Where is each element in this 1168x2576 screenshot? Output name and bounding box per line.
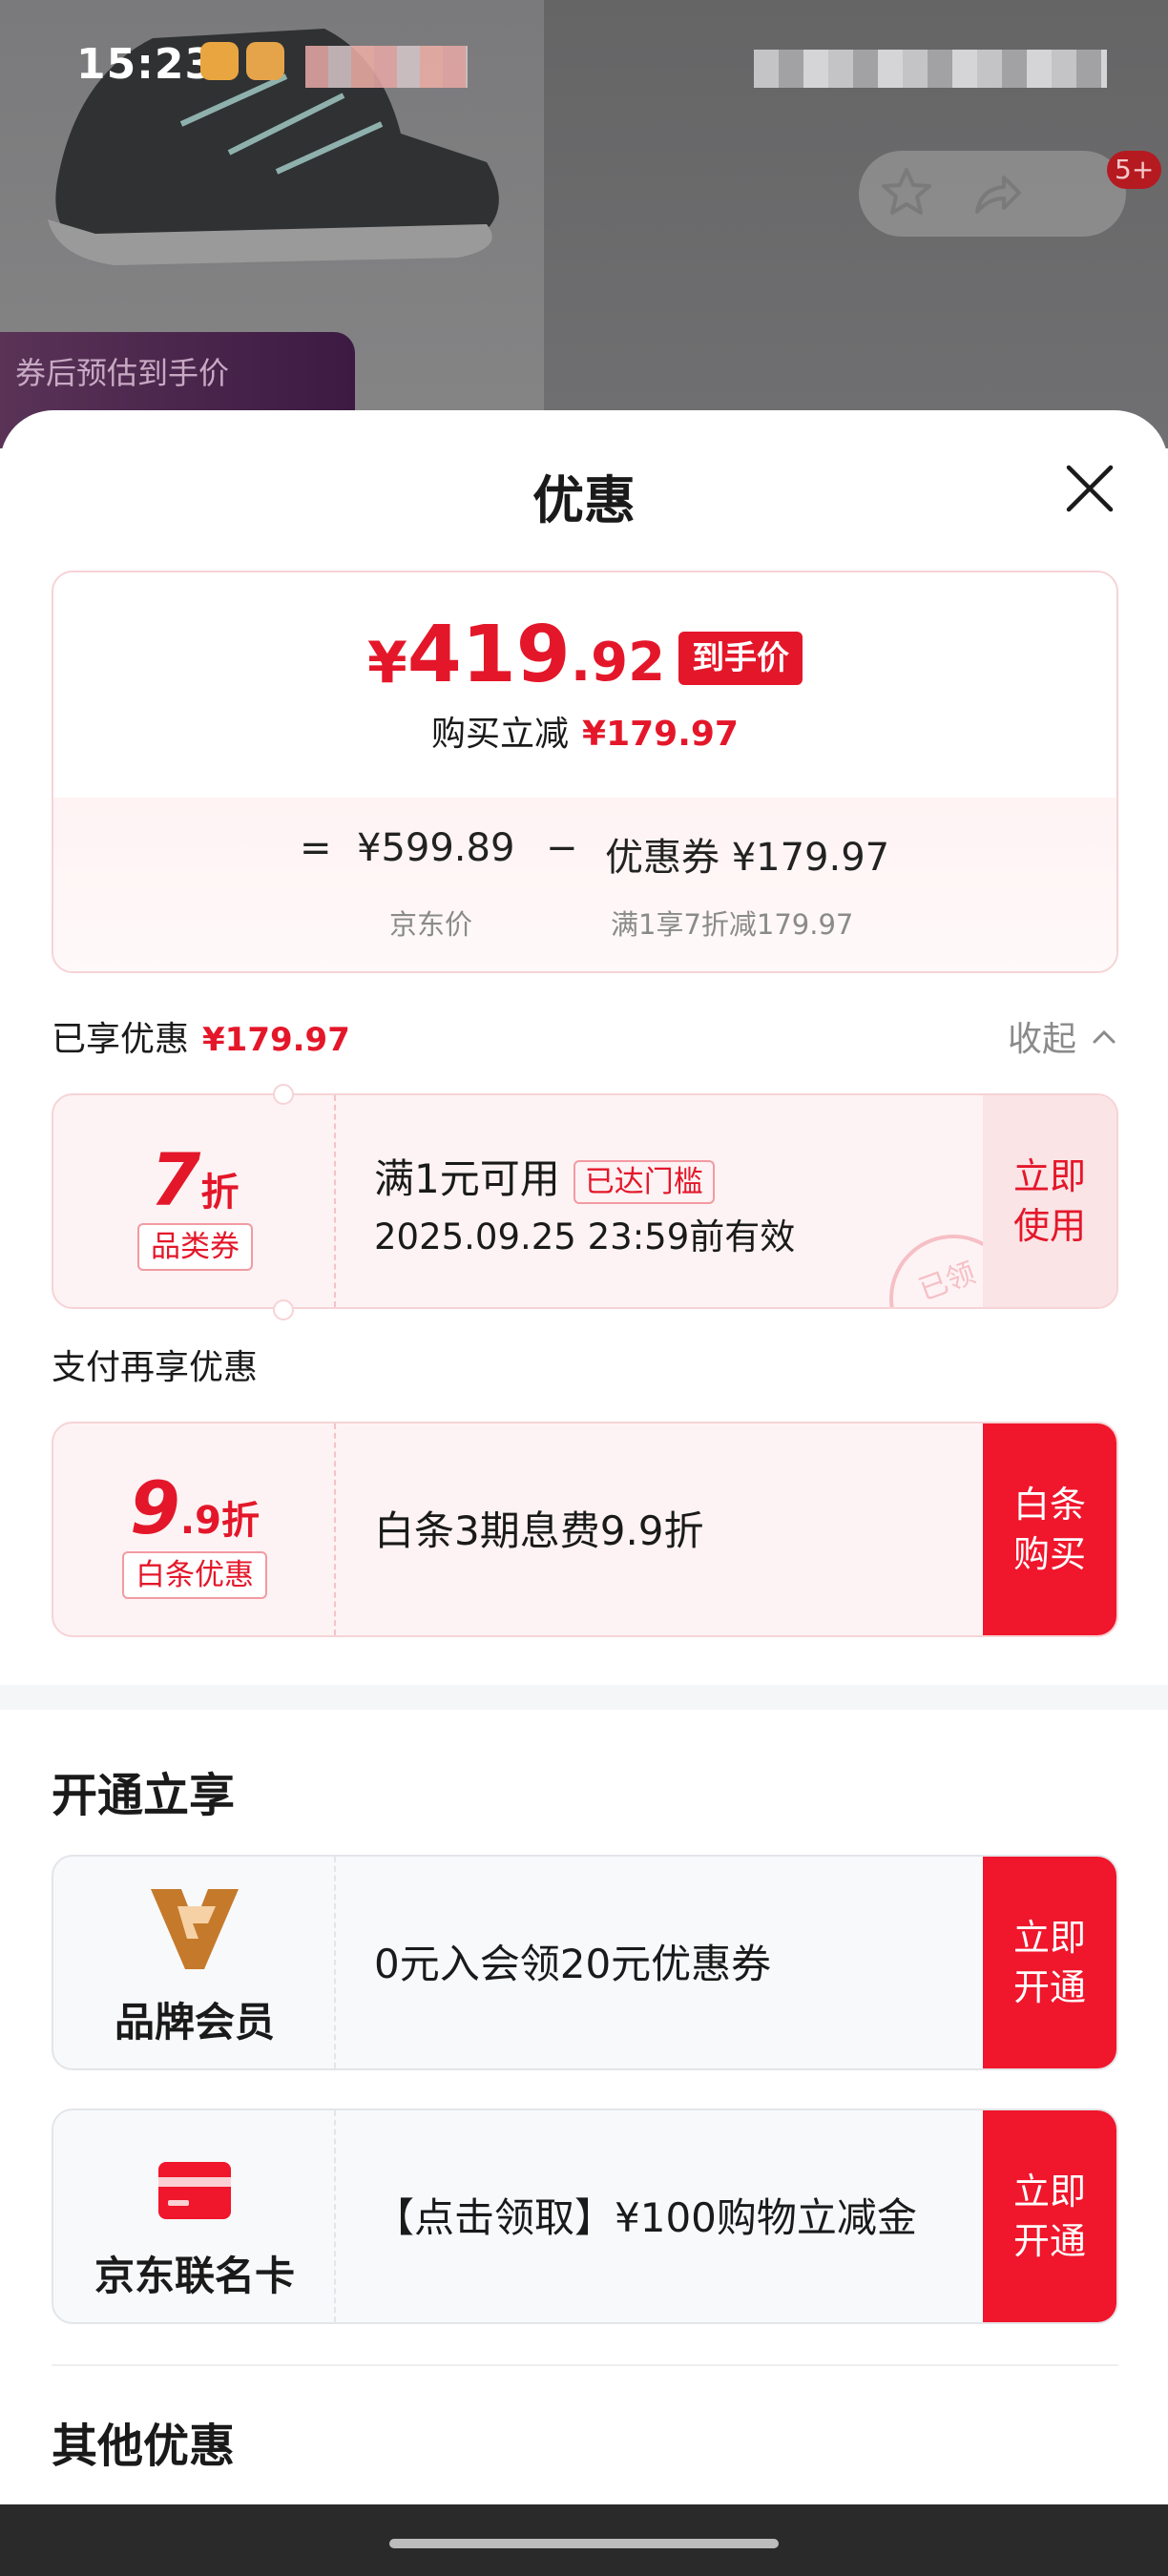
coupon-value: 9.9折 bbox=[53, 1465, 336, 1550]
coupon-deduction: 优惠券 ¥179.97 bbox=[605, 836, 890, 880]
enjoyed-amount: ¥179.97 bbox=[202, 1021, 350, 1059]
member-offer-description: 0元入会领20元优惠券 bbox=[374, 1941, 772, 1987]
price-integer: 419 bbox=[407, 610, 571, 700]
open-member-button[interactable]: 立即 开通 bbox=[983, 1857, 1116, 2068]
weibo-icon bbox=[200, 42, 239, 80]
coupon-type-chip: 白条优惠 bbox=[122, 1551, 267, 1599]
section-divider bbox=[0, 1685, 1168, 1710]
coupon-value-area: 7折 品类券 bbox=[53, 1095, 336, 1307]
card-icon-area: 京东联名卡 bbox=[53, 2110, 336, 2322]
coupon-value-number: 9 bbox=[130, 1465, 180, 1550]
use-now-button[interactable]: 立即 使用 bbox=[983, 1095, 1116, 1307]
weibo-icon bbox=[246, 42, 284, 80]
system-navigation-bar bbox=[0, 2504, 1168, 2576]
instant-discount-label: 购买立减 bbox=[431, 715, 570, 754]
promo-tag-label: 券后预估到手价 bbox=[15, 355, 230, 391]
card-offer-description: 【点击领取】¥100购物立减金 bbox=[374, 2194, 917, 2241]
enjoyed-discount: 已享优惠 ¥179.97 bbox=[52, 1011, 350, 1061]
cobrand-card-card[interactable]: 京东联名卡 【点击领取】¥100购物立减金 立即 开通 bbox=[52, 2109, 1118, 2324]
member-name: 品牌会员 bbox=[114, 1999, 275, 2046]
price-formula-area: = ¥599.89 − 优惠券 ¥179.97 京东价 满1享7折减179.97 bbox=[53, 798, 1116, 971]
price-currency: ¥ bbox=[366, 630, 407, 696]
brand-member-logo bbox=[151, 1889, 239, 1969]
final-price-tag: 到手价 bbox=[678, 632, 803, 685]
minus-sign: − bbox=[546, 826, 578, 870]
background-product-page: 15:23 5+ 券后预估到手价 bbox=[0, 0, 1168, 448]
discount-sheet: 优惠 ¥ 419 .92 到手价 购买立减 ¥179.97 = ¥599.89 −… bbox=[0, 410, 1168, 2504]
price-summary-card: ¥ 419 .92 到手价 购买立减 ¥179.97 = ¥599.89 − 优惠… bbox=[52, 571, 1118, 973]
coupon-type-chip: 品类券 bbox=[137, 1223, 253, 1271]
redacted-area bbox=[754, 50, 1107, 88]
coupon-value-unit: .9折 bbox=[179, 1499, 260, 1543]
open-card-button[interactable]: 立即 开通 bbox=[983, 2110, 1116, 2322]
price-formula: = ¥599.89 − 优惠券 ¥179.97 bbox=[53, 826, 1116, 883]
close-icon[interactable] bbox=[1061, 460, 1118, 517]
pay-discount-section-label: 支付再享优惠 bbox=[52, 1348, 259, 1387]
equals-sign: = bbox=[300, 826, 332, 870]
baitiao-buy-button[interactable]: 白条 购买 bbox=[983, 1423, 1116, 1635]
coupon-notch bbox=[273, 1299, 294, 1320]
original-price-caption: 京东价 bbox=[389, 908, 473, 941]
coupon-description: 白条3期息费9.9折 bbox=[374, 1507, 704, 1554]
final-price-area: ¥ 419 .92 到手价 购买立减 ¥179.97 bbox=[53, 572, 1116, 798]
coupon-notch bbox=[273, 1084, 294, 1105]
price-decimal: .92 bbox=[570, 632, 666, 694]
other-discount-section-title: 其他优惠 bbox=[52, 2420, 236, 2473]
brand-member-card[interactable]: 品牌会员 0元入会领20元优惠券 立即 开通 bbox=[52, 1855, 1118, 2070]
member-logo-area: 品牌会员 bbox=[53, 1857, 336, 2068]
instant-discount-line: 购买立减 ¥179.97 bbox=[53, 706, 1116, 756]
coupon-validity: 2025.09.25 23:59前有效 bbox=[374, 1216, 796, 1257]
enjoyed-label: 已享优惠 bbox=[52, 1020, 190, 1059]
chevron-up-icon[interactable] bbox=[1090, 1023, 1118, 1051]
credit-card-icon bbox=[158, 2162, 231, 2219]
star-icon[interactable] bbox=[876, 162, 937, 223]
open-enjoy-section-title: 开通立享 bbox=[52, 1769, 236, 1822]
home-gesture-handle[interactable] bbox=[389, 2539, 779, 2548]
coupon-condition: 满1元可用 已达门槛 bbox=[374, 1147, 715, 1205]
status-bar: 15:23 bbox=[0, 29, 1168, 105]
instant-discount-amount: ¥179.97 bbox=[582, 715, 739, 754]
coupon-value-number: 7 bbox=[150, 1137, 201, 1222]
original-price: ¥599.89 bbox=[357, 826, 515, 870]
divider bbox=[52, 2364, 1118, 2366]
baitiao-coupon-card[interactable]: 9.9折 白条优惠 白条3期息费9.9折 白条 购买 bbox=[52, 1422, 1118, 1637]
collapse-button[interactable]: 收起 bbox=[1008, 1011, 1076, 1061]
card-name: 京东联名卡 bbox=[94, 2253, 295, 2299]
cart-count-badge: 5+ bbox=[1107, 151, 1162, 189]
share-icon[interactable] bbox=[964, 164, 1025, 225]
notification-icons bbox=[200, 42, 284, 80]
final-price: ¥ 419 .92 到手价 bbox=[53, 614, 1116, 696]
coupon-caption: 满1享7折减179.97 bbox=[611, 908, 854, 941]
sheet-title: 优惠 bbox=[532, 470, 636, 530]
coupon-value-unit: 折 bbox=[200, 1171, 240, 1215]
coupon-value: 7折 bbox=[53, 1137, 336, 1222]
coupon-value-area: 9.9折 白条优惠 bbox=[53, 1423, 336, 1635]
threshold-reached-tag: 已达门槛 bbox=[573, 1159, 715, 1204]
redacted-area bbox=[305, 46, 468, 88]
coupon-condition-text: 满1元可用 bbox=[374, 1155, 560, 1202]
status-time: 15:23 bbox=[76, 40, 216, 89]
category-coupon-card[interactable]: 7折 品类券 满1元可用 已达门槛 2025.09.25 23:59前有效 已领 … bbox=[52, 1093, 1118, 1309]
